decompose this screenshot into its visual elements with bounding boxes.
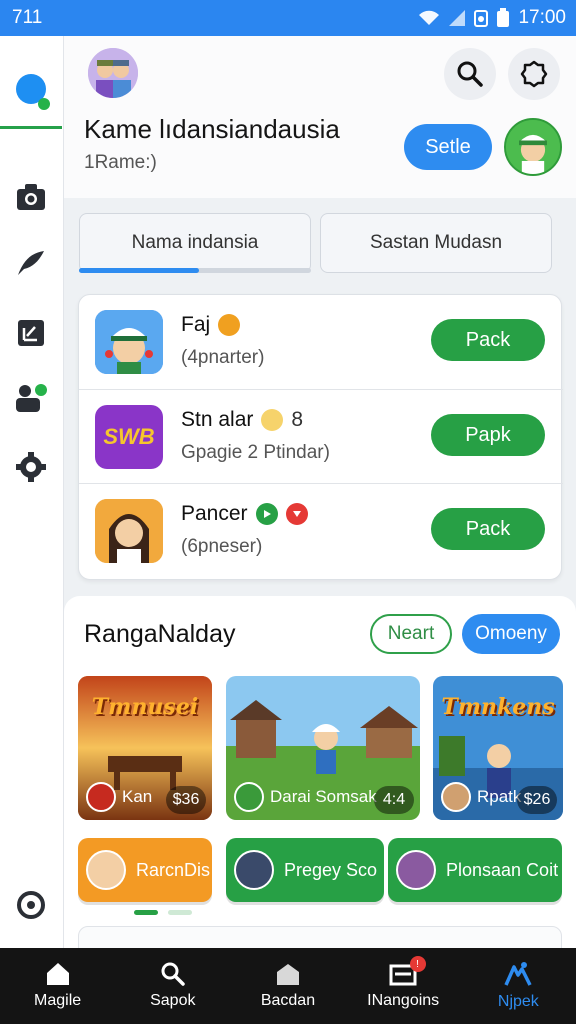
neart-button[interactable]: Neart	[370, 614, 452, 654]
badge-orange-icon	[218, 314, 241, 336]
play-icon	[255, 503, 278, 525]
home-icon	[46, 963, 69, 985]
side-rail	[0, 36, 64, 948]
logo-dot	[38, 98, 50, 110]
tile-icon	[441, 782, 471, 812]
settings-gear-icon[interactable]	[14, 450, 48, 484]
chip-pregey-sco[interactable]: Pregey Sco	[226, 838, 384, 902]
pack-button[interactable]: Pack	[431, 508, 545, 550]
page-subtitle: 1Rame:)	[84, 152, 157, 173]
send-icon[interactable]	[14, 246, 48, 280]
featured-section: RangaNalday Neart Omoeny Tmnusei Kan $36…	[64, 596, 576, 966]
nav-bacdan[interactable]: Bacdan	[230, 948, 345, 1024]
carousel-dot	[168, 910, 192, 915]
chip-avatar	[396, 850, 436, 890]
featured-tile[interactable]: Tmnusei Kan $36	[78, 676, 212, 820]
profile-icon	[504, 962, 532, 986]
status-time-right: 17:00	[518, 7, 566, 28]
tile-icon	[86, 782, 116, 812]
down-arrow-icon	[285, 503, 308, 525]
status-icons: 17:00	[418, 7, 566, 29]
group-avatar[interactable]	[88, 48, 138, 98]
chip-avatar	[234, 850, 274, 890]
carousel-indicator	[134, 910, 192, 915]
sun-icon	[261, 409, 284, 431]
status-time-left: 711	[12, 7, 43, 28]
game-thumbnail	[95, 310, 163, 374]
chip-plonsaan-coit[interactable]: Plonsaan Coit	[388, 838, 562, 902]
settings-button[interactable]	[508, 48, 560, 100]
users-icon[interactable]	[14, 382, 48, 416]
status-bar: 711 17:00	[0, 0, 576, 36]
game-subtitle: (4pnarter)	[181, 347, 265, 368]
search-button[interactable]	[444, 48, 496, 100]
signal-icon	[449, 10, 466, 26]
main-content: Kame lıdansiandausia 1Rame:) Setle Nama …	[64, 36, 576, 966]
games-list: Faj (4pnarter) Pack SWB Stn alar 8 Gpagi…	[78, 294, 563, 580]
wifi-icon	[419, 10, 440, 25]
tab-active-indicator	[79, 268, 199, 273]
chip-avatar	[86, 850, 126, 890]
game-subtitle: Gpagie 2 Ptindar)	[181, 442, 330, 463]
pack-button[interactable]: Pack	[431, 319, 545, 361]
nav-sapok[interactable]: Sapok	[115, 948, 230, 1024]
list-item[interactable]: SWB Stn alar 8 Gpagie 2 Ptindar) Papk	[79, 389, 563, 483]
camera-icon[interactable]	[14, 180, 48, 214]
gear-icon	[520, 60, 548, 88]
featured-tile[interactable]: Tmnkens Rpatk $26	[433, 676, 563, 820]
bottom-nav: Magile Sapok Bacdan ! INangoins Njpek	[0, 948, 576, 1024]
carousel-dot	[134, 910, 158, 915]
section-title: RangaNalday	[84, 620, 236, 648]
game-thumbnail: SWB	[95, 405, 163, 469]
game-subtitle: (6pneser)	[181, 536, 263, 557]
search-icon	[161, 962, 185, 986]
featured-tile[interactable]: Darai Somsak 4:4	[226, 676, 420, 820]
list-item[interactable]: Pancer (6pneser) Pack	[79, 483, 563, 577]
edit-icon[interactable]	[14, 316, 48, 350]
tile-price: $36	[166, 786, 206, 814]
tab-nama-indansia[interactable]: Nama indansia	[79, 213, 311, 273]
omoeny-button[interactable]: Omoeny	[462, 614, 560, 654]
game-name: Pancer	[181, 502, 308, 526]
record-icon[interactable]	[14, 888, 48, 922]
game-thumbnail	[95, 499, 163, 563]
game-name: Faj	[181, 313, 241, 337]
tab-sastan-mudasn[interactable]: Sastan Mudasn	[320, 213, 552, 273]
battery-icon	[497, 8, 510, 27]
list-item[interactable]: Faj (4pnarter) Pack	[79, 295, 563, 389]
store-icon	[276, 964, 299, 985]
search-icon	[457, 61, 483, 87]
nav-njpek[interactable]: Njpek	[461, 948, 576, 1024]
setle-button[interactable]: Setle	[404, 124, 492, 170]
notification-badge: !	[409, 956, 426, 972]
nav-inangoins[interactable]: ! INangoins	[346, 948, 461, 1024]
tile-price: $26	[517, 786, 557, 814]
page-title: Kame lıdansiandausia	[84, 114, 340, 144]
profile-avatar[interactable]	[504, 118, 562, 176]
alarm-icon	[474, 10, 489, 27]
tile-icon	[234, 782, 264, 812]
nav-magile[interactable]: Magile	[0, 948, 115, 1024]
game-name: Stn alar 8	[181, 408, 304, 431]
chip-rarcndis[interactable]: RarcnDis	[78, 838, 212, 902]
tile-price: 4:4	[374, 786, 414, 814]
header: Kame lıdansiandausia 1Rame:) Setle	[64, 36, 576, 198]
pack-button[interactable]: Papk	[431, 414, 545, 456]
rail-active-indicator	[0, 126, 62, 129]
